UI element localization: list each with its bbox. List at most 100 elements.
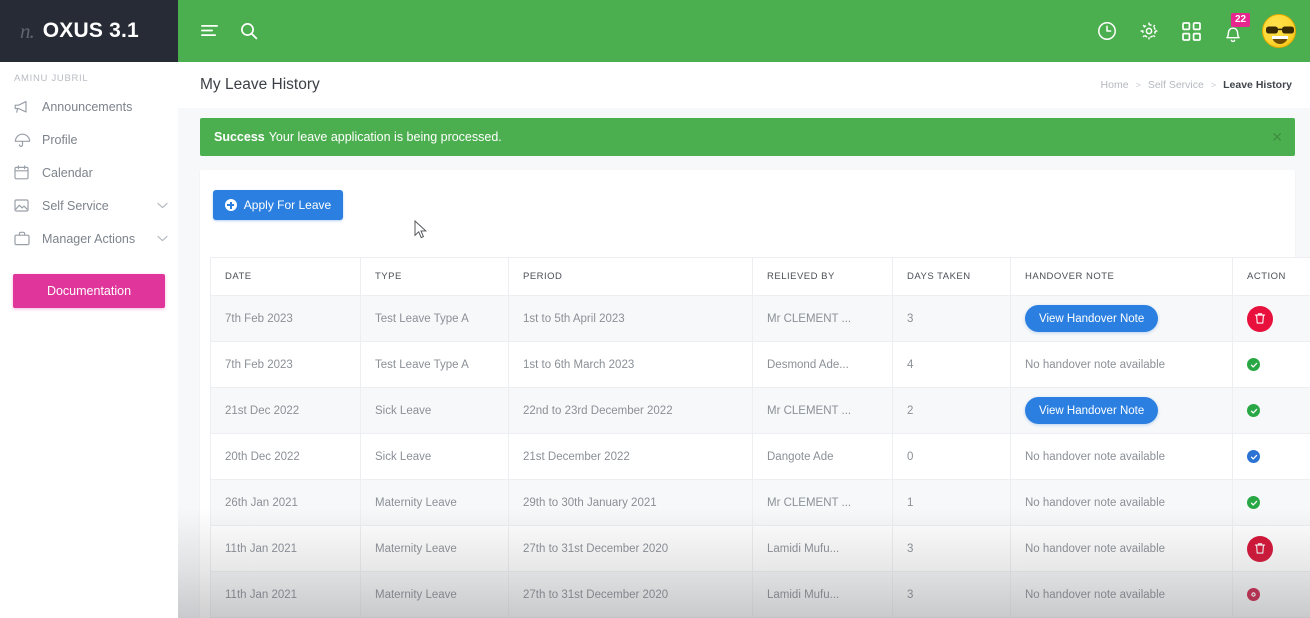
logo-bar[interactable]: n. OXUS 3.1: [0, 0, 178, 62]
cell-action: [1232, 433, 1310, 480]
alert-strong-label: Success: [214, 130, 265, 144]
breadcrumb: Home > Self Service > Leave History: [1101, 79, 1292, 91]
view-handover-note-button[interactable]: View Handover Note: [1025, 305, 1159, 332]
cell-type: Test Leave Type A: [360, 341, 509, 388]
hamburger-icon[interactable]: [196, 18, 222, 44]
sidebar-item-announcements[interactable]: Announcements: [0, 90, 178, 123]
search-icon[interactable]: [236, 18, 262, 44]
main-content: My Leave History Home > Self Service > L…: [178, 62, 1310, 618]
cell-handover: No handover note available: [1010, 525, 1233, 572]
cell-days-taken: 3: [892, 525, 1011, 572]
cell-type: Sick Leave: [360, 387, 509, 434]
no-handover-note-label: No handover note available: [1025, 496, 1166, 509]
page-title: My Leave History: [200, 76, 320, 93]
app-root: n. OXUS 3.1 22 AMINU JUBRIL Announcement…: [0, 0, 1310, 618]
no-handover-note-label: No handover note available: [1025, 542, 1166, 555]
sidebar-item-manager-actions[interactable]: Manager Actions: [0, 222, 178, 255]
cell-relieved-by: Mr CLEMENT ...: [752, 295, 893, 342]
cell-period: 29th to 30th January 2021: [508, 479, 753, 526]
delete-trash-icon[interactable]: [1247, 305, 1273, 332]
sidebar: AMINU JUBRIL Announcements Profile Calen…: [0, 62, 178, 618]
check-circle-icon[interactable]: [1247, 404, 1260, 417]
cell-days-taken: 2: [892, 387, 1011, 434]
cell-type: Test Leave Type A: [360, 295, 509, 342]
briefcase-icon: [14, 230, 36, 248]
cell-action: [1232, 295, 1310, 342]
cell-handover: No handover note available: [1010, 341, 1233, 388]
cell-days-taken: 1: [892, 479, 1011, 526]
cancel-circle-icon[interactable]: [1247, 588, 1260, 601]
chevron-down-icon[interactable]: [157, 235, 168, 242]
table-row: 26th Jan 2021 Maternity Leave 29th to 30…: [210, 479, 1310, 526]
sidebar-label: Self Service: [42, 198, 109, 213]
column-header-handover[interactable]: HANDOVER NOTE: [1010, 257, 1233, 296]
documentation-button[interactable]: Documentation: [13, 274, 165, 308]
cell-period: 1st to 5th April 2023: [508, 295, 753, 342]
cell-type: Maternity Leave: [360, 479, 509, 526]
view-handover-note-button[interactable]: View Handover Note: [1025, 397, 1159, 424]
cell-days-taken: 0: [892, 433, 1011, 480]
logo-text: OXUS 3.1: [42, 19, 139, 42]
notifications-bell[interactable]: 22: [1220, 13, 1251, 46]
column-header-relieved-by[interactable]: RELIEVED BY: [752, 257, 893, 296]
column-header-type[interactable]: TYPE: [360, 257, 509, 296]
check-circle-icon[interactable]: [1247, 496, 1260, 509]
alert-message: Your leave application is being processe…: [268, 130, 502, 144]
cell-action: [1232, 571, 1310, 618]
breadcrumb-item-self-service[interactable]: Self Service: [1148, 79, 1204, 91]
sidebar-label: Calendar: [42, 165, 93, 180]
cell-handover: No handover note available: [1010, 571, 1233, 618]
plus-circle-icon: [224, 199, 237, 211]
table-header-row: DATE TYPE PERIOD RELIEVED BY DAYS TAKEN …: [210, 257, 1310, 296]
leave-history-card: Apply For Leave DATE TYPE PERIOD RELIEVE…: [200, 170, 1310, 618]
cell-handover: No handover note available: [1010, 479, 1233, 526]
cell-date: 21st Dec 2022: [210, 387, 361, 434]
column-header-date[interactable]: DATE: [210, 257, 361, 296]
top-bar-right-group: 22: [1094, 13, 1310, 48]
cell-date: 26th Jan 2021: [210, 479, 361, 526]
page-header: My Leave History Home > Self Service > L…: [178, 62, 1310, 108]
sidebar-item-profile[interactable]: Profile: [0, 123, 178, 156]
cell-date: 7th Feb 2023: [210, 341, 361, 388]
cell-date: 11th Jan 2021: [210, 525, 361, 572]
check-circle-icon[interactable]: [1247, 450, 1260, 463]
megaphone-icon: [14, 98, 36, 116]
image-icon: [14, 197, 36, 215]
check-circle-icon[interactable]: [1247, 358, 1260, 371]
cell-relieved-by: Desmond Ade...: [752, 341, 893, 388]
chevron-down-icon[interactable]: [157, 202, 168, 209]
cell-action: [1232, 341, 1310, 388]
sidebar-item-calendar[interactable]: Calendar: [0, 156, 178, 189]
avatar-teeth: [1272, 36, 1288, 39]
cell-period: 27th to 31st December 2020: [508, 571, 753, 618]
calendar-icon: [14, 164, 36, 182]
cell-days-taken: 3: [892, 295, 1011, 342]
sidebar-label: Profile: [42, 132, 78, 147]
cell-handover: View Handover Note: [1010, 387, 1233, 434]
apply-for-leave-button[interactable]: Apply For Leave: [213, 190, 343, 220]
top-bar-left-group: [178, 18, 262, 44]
sunglasses-icon: [1266, 26, 1294, 34]
avatar[interactable]: [1262, 14, 1296, 48]
gear-icon[interactable]: [1136, 18, 1162, 44]
clock-icon[interactable]: [1094, 18, 1120, 44]
cell-date: 7th Feb 2023: [210, 295, 361, 342]
grid-apps-icon[interactable]: [1178, 18, 1204, 44]
table-row: 21st Dec 2022 Sick Leave 22nd to 23rd De…: [210, 387, 1310, 434]
sidebar-item-self-service[interactable]: Self Service: [0, 189, 178, 222]
column-header-period[interactable]: PERIOD: [508, 257, 753, 296]
success-alert: Success Your leave application is being …: [200, 118, 1295, 156]
delete-trash-icon[interactable]: [1247, 535, 1273, 562]
close-icon[interactable]: ✕: [1271, 130, 1283, 144]
column-header-days-taken[interactable]: DAYS TAKEN: [892, 257, 1011, 296]
column-header-action[interactable]: ACTION: [1232, 257, 1310, 296]
cell-type: Maternity Leave: [360, 571, 509, 618]
cell-relieved-by: Mr CLEMENT ...: [752, 479, 893, 526]
breadcrumb-item-home[interactable]: Home: [1101, 79, 1129, 91]
cell-period: 21st December 2022: [508, 433, 753, 480]
cell-action: [1232, 387, 1310, 434]
cell-type: Maternity Leave: [360, 525, 509, 572]
apply-for-leave-label: Apply For Leave: [243, 198, 332, 212]
cell-date: 20th Dec 2022: [210, 433, 361, 480]
cell-action: [1232, 525, 1310, 572]
